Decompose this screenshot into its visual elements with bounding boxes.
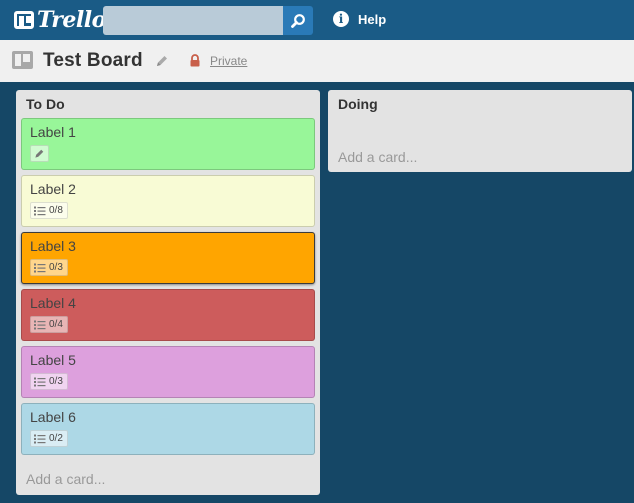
card-title: Label 3: [30, 238, 76, 254]
card-label-3[interactable]: Label 3 0/3: [21, 232, 315, 284]
card-label-2[interactable]: Label 2 0/8: [21, 175, 315, 227]
card-label-5[interactable]: Label 5 0/3: [21, 346, 315, 398]
card-label-1[interactable]: Label 1: [21, 118, 315, 170]
board-title[interactable]: Test Board: [43, 50, 143, 72]
checklist-icon: [34, 263, 46, 272]
checklist-badge: 0/4: [30, 316, 68, 333]
lock-icon: [190, 54, 200, 67]
checklist-badge: 0/3: [30, 373, 68, 390]
checklist-icon: [34, 434, 46, 443]
board-header: Test Board Private: [0, 40, 634, 82]
checklist-icon: [34, 320, 46, 329]
card-title: Label 5: [30, 352, 76, 368]
edit-board-button[interactable]: [154, 53, 170, 69]
checklist-count: 0/8: [49, 205, 63, 216]
top-bar: Trello i Help: [0, 0, 634, 40]
list-doing: Doing Add a card...: [328, 90, 632, 172]
info-icon: i: [333, 11, 349, 27]
card-title: Label 1: [30, 124, 76, 140]
list-title[interactable]: Doing: [338, 96, 378, 112]
card-label-4[interactable]: Label 4 0/4: [21, 289, 315, 341]
checklist-icon: [34, 206, 46, 215]
privacy-link[interactable]: Private: [210, 54, 247, 68]
board-icon: [12, 51, 33, 69]
checklist-count: 0/3: [49, 262, 63, 273]
card-title: Label 2: [30, 181, 76, 197]
edit-card-button[interactable]: [30, 145, 49, 162]
logo-text: Trello: [37, 7, 106, 33]
checklist-icon: [34, 377, 46, 386]
list-title[interactable]: To Do: [26, 96, 65, 112]
checklist-badge: 0/2: [30, 430, 68, 447]
card-title: Label 6: [30, 409, 76, 425]
search-input[interactable]: [103, 6, 283, 35]
add-card-link[interactable]: Add a card...: [338, 149, 417, 165]
checklist-badge: 0/8: [30, 202, 68, 219]
help-label: Help: [358, 11, 387, 27]
pencil-icon: [35, 149, 44, 158]
checklist-badge: 0/3: [30, 259, 68, 276]
card-title: Label 4: [30, 295, 76, 311]
checklist-count: 0/3: [49, 376, 63, 387]
search-button[interactable]: [283, 6, 313, 35]
trello-logo[interactable]: Trello: [14, 7, 106, 33]
list-to-do: To Do Label 1 Label 2 0/8 Label 3 0/3 La…: [16, 90, 320, 495]
help-button[interactable]: i Help: [333, 11, 386, 27]
card-label-6[interactable]: Label 6 0/2: [21, 403, 315, 455]
pencil-icon: [157, 56, 167, 66]
checklist-count: 0/4: [49, 319, 63, 330]
trello-logo-icon: [14, 11, 34, 29]
search-icon: [291, 13, 305, 28]
add-card-link[interactable]: Add a card...: [26, 471, 105, 487]
checklist-count: 0/2: [49, 433, 63, 444]
